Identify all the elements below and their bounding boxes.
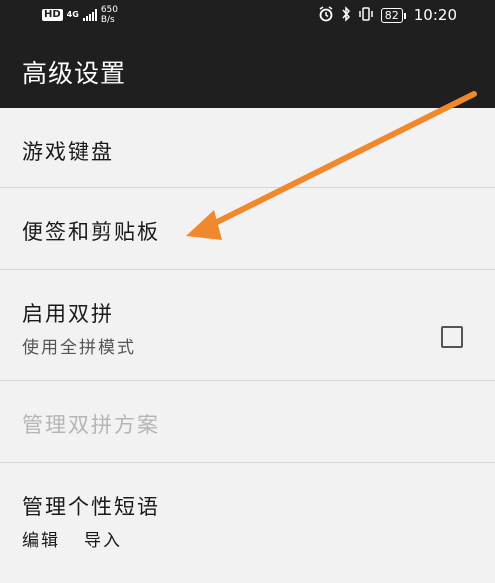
bluetooth-icon bbox=[341, 5, 351, 25]
network-speed-value: 650 bbox=[100, 5, 118, 15]
setting-notes-clipboard-label: 便签和剪贴板 bbox=[22, 220, 160, 244]
status-bar-right: 82 10:20 bbox=[318, 0, 457, 30]
network-speed: 650 B/s bbox=[101, 5, 118, 25]
import-phrases-link[interactable]: 导入 bbox=[84, 526, 122, 551]
alarm-icon bbox=[318, 5, 334, 25]
setting-personal-phrases-label: 管理个性短语 bbox=[22, 495, 160, 519]
setting-double-pinyin-subtitle: 使用全拼模式 bbox=[22, 338, 136, 358]
personal-phrases-actions: 编辑 导入 bbox=[22, 526, 122, 551]
vibrate-icon bbox=[358, 6, 374, 25]
status-time: 10:20 bbox=[413, 6, 457, 24]
double-pinyin-checkbox[interactable] bbox=[441, 326, 463, 348]
hd-badge: HD bbox=[42, 9, 63, 21]
setting-game-keyboard-label: 游戏键盘 bbox=[22, 140, 114, 164]
setting-manage-double-pinyin-label: 管理双拼方案 bbox=[22, 413, 160, 437]
network-speed-unit: B/s bbox=[100, 15, 115, 25]
edit-phrases-link[interactable]: 编辑 bbox=[22, 526, 60, 551]
status-bar-left: HD 4G 650 B/s bbox=[42, 2, 118, 28]
status-bar: HD 4G 650 B/s 82 10:20 bbox=[0, 0, 495, 30]
app-bar: 高级设置 bbox=[0, 30, 495, 108]
signal-strength-icon bbox=[82, 9, 97, 21]
settings-list: 游戏键盘 便签和剪贴板 启用双拼 使用全拼模式 管理双拼方案 管理个性短语 编辑… bbox=[0, 108, 495, 583]
setting-game-keyboard[interactable]: 游戏键盘 bbox=[0, 108, 495, 188]
setting-double-pinyin[interactable]: 启用双拼 使用全拼模式 bbox=[0, 270, 495, 381]
setting-double-pinyin-label: 启用双拼 bbox=[22, 302, 114, 326]
setting-personal-phrases[interactable]: 管理个性短语 编辑 导入 bbox=[0, 463, 495, 583]
battery-indicator: 82 bbox=[380, 7, 406, 23]
setting-notes-clipboard[interactable]: 便签和剪贴板 bbox=[0, 188, 495, 270]
page-title: 高级设置 bbox=[22, 59, 127, 88]
network-generation: 4G bbox=[66, 10, 79, 19]
setting-manage-double-pinyin: 管理双拼方案 bbox=[0, 381, 495, 463]
